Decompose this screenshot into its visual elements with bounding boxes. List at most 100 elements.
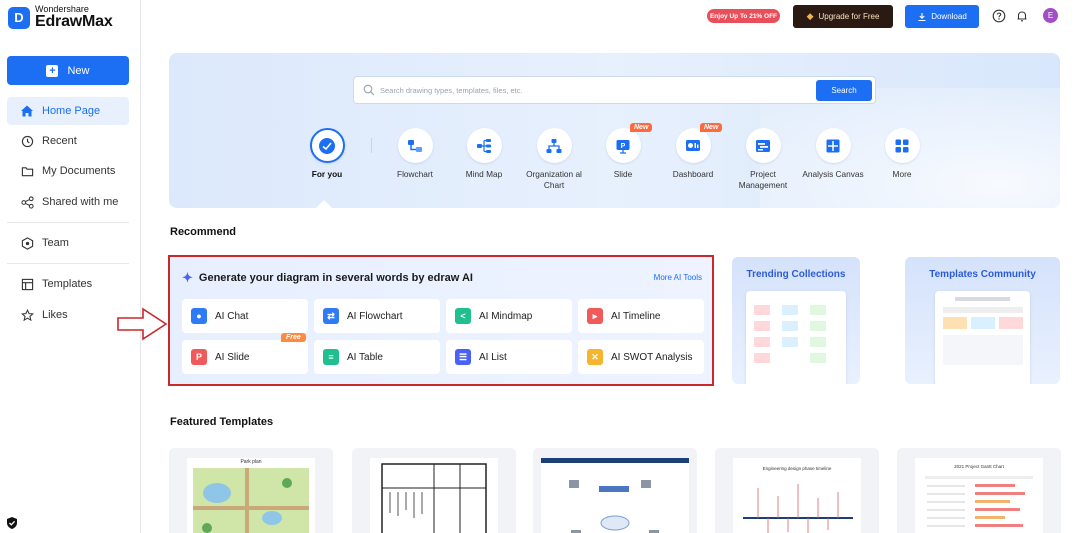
app-logo[interactable]: D Wondershare EdrawMax xyxy=(8,5,113,30)
ai-mindmap-icon: < xyxy=(455,308,471,324)
search-button[interactable]: Search xyxy=(816,80,872,101)
help-icon[interactable] xyxy=(992,9,1006,23)
ai-mindmap-button[interactable]: < AI Mindmap xyxy=(446,299,572,333)
sidebar-divider xyxy=(7,263,129,264)
search-bar: Search xyxy=(353,76,876,104)
template-preview-image xyxy=(370,458,498,533)
ai-heading-text: Generate your diagram in several words b… xyxy=(198,272,473,284)
app-window: D Wondershare EdrawMax + New Home Page R… xyxy=(0,0,1080,533)
upgrade-label: Upgrade for Free xyxy=(818,12,880,21)
ai-chat-button[interactable]: ● AI Chat xyxy=(182,299,308,333)
ai-list-button[interactable]: ☰ AI List xyxy=(446,340,572,374)
sidebar-item-team[interactable]: Team xyxy=(7,229,129,257)
template-preview-image: 2021 Project Gantt Chart xyxy=(915,458,1043,533)
ai-timeline-icon: ▸ xyxy=(587,308,603,324)
brand-name: EdrawMax xyxy=(35,13,113,30)
sidebar-item-recent[interactable]: Recent xyxy=(7,127,129,155)
template-preview-image: Engineering design phase timeline xyxy=(733,458,861,533)
ai-swot-button[interactable]: ✕ AI SWOT Analysis xyxy=(578,340,704,374)
category-label: Slide xyxy=(613,169,633,179)
sidebar-item-templates[interactable]: Templates xyxy=(7,270,129,298)
plus-icon: + xyxy=(46,64,59,77)
category-for-you[interactable]: For you xyxy=(292,128,362,180)
template-thumbnail[interactable]: 2021 Project Gantt Chart xyxy=(897,448,1061,533)
shield-icon[interactable] xyxy=(5,516,19,530)
template-thumbnail[interactable]: Park plan xyxy=(169,448,333,533)
sidebar-divider xyxy=(7,222,129,223)
promo-badge[interactable]: Enjoy Up To 21% OFF xyxy=(707,9,780,23)
new-button-label: New xyxy=(67,64,90,77)
flowchart-icon xyxy=(397,128,433,163)
category-label: Analysis Canvas xyxy=(802,169,864,179)
slide-icon: P xyxy=(605,128,641,163)
new-button[interactable]: + New xyxy=(7,56,129,85)
category-label: More xyxy=(892,169,912,179)
template-preview-caption: Engineering design phase timeline xyxy=(762,466,832,471)
ai-tool-label: AI Table xyxy=(347,351,383,363)
featured-templates-title: Featured Templates xyxy=(170,416,274,428)
card-title: Templates Community xyxy=(929,269,1036,280)
trending-collections-card[interactable]: Trending Collections xyxy=(732,257,860,384)
ai-tool-label: AI Mindmap xyxy=(479,310,533,322)
ai-timeline-button[interactable]: ▸ AI Timeline xyxy=(578,299,704,333)
folder-icon xyxy=(20,164,34,178)
more-ai-tools-link[interactable]: More AI Tools xyxy=(654,273,702,282)
category-analysis-canvas[interactable]: Analysis Canvas xyxy=(798,128,868,180)
download-button[interactable]: Download xyxy=(905,5,979,28)
templates-community-card[interactable]: Templates Community xyxy=(905,257,1060,384)
category-slide[interactable]: P New Slide xyxy=(588,123,658,180)
clock-icon xyxy=(20,134,34,148)
sidebar-item-home[interactable]: Home Page xyxy=(7,97,129,125)
category-project-management[interactable]: Project Management xyxy=(728,128,798,191)
ai-swot-icon: ✕ xyxy=(587,349,603,365)
ai-table-button[interactable]: ≡ AI Table xyxy=(314,340,440,374)
sidebar-item-label: Team xyxy=(42,237,69,249)
category-more[interactable]: More xyxy=(867,128,937,180)
ai-tool-label: AI SWOT Analysis xyxy=(611,351,693,363)
edraw-ai-panel: ✦ Generate your diagram in several words… xyxy=(168,255,714,386)
ai-slide-button[interactable]: P AI Slide Free xyxy=(182,333,308,374)
ai-flowchart-button[interactable]: ⇄ AI Flowchart xyxy=(314,299,440,333)
search-input[interactable] xyxy=(380,81,780,99)
sidebar-item-label: Shared with me xyxy=(42,196,119,208)
category-label: Mind Map xyxy=(465,169,503,179)
svg-text:P: P xyxy=(621,143,626,150)
sidebar-item-label: Templates xyxy=(42,278,93,290)
team-icon xyxy=(20,236,34,250)
upgrade-button[interactable]: ◆ Upgrade for Free xyxy=(793,5,893,28)
sidebar-item-shared[interactable]: Shared with me xyxy=(7,188,129,216)
sidebar-item-label: Home Page xyxy=(42,105,101,117)
ai-slide-icon: P xyxy=(191,349,207,365)
sidebar-item-likes[interactable]: Likes xyxy=(7,301,129,329)
bell-icon[interactable] xyxy=(1015,9,1029,23)
category-dashboard[interactable]: New Dashboard xyxy=(658,123,728,180)
template-thumbnail[interactable] xyxy=(352,448,516,533)
category-label: Dashboard xyxy=(672,169,714,179)
category-org-chart[interactable]: Organization al Chart xyxy=(519,128,589,191)
recommend-title: Recommend xyxy=(170,226,237,238)
ai-chat-icon: ● xyxy=(191,308,207,324)
ai-tool-label: AI Timeline xyxy=(611,310,661,322)
selected-category-caret xyxy=(316,200,332,208)
template-thumbnail[interactable]: Engineering design phase timeline xyxy=(715,448,879,533)
sidebar-item-label: Likes xyxy=(42,309,68,321)
sparkle-icon: ✦ xyxy=(182,270,193,285)
template-preview-caption: Park plan xyxy=(240,459,262,465)
new-badge: New xyxy=(700,123,723,132)
card-title: Trending Collections xyxy=(746,269,846,280)
free-badge: Free xyxy=(281,333,306,342)
avatar[interactable]: E xyxy=(1043,8,1058,23)
project-icon xyxy=(745,128,781,163)
category-mind-map[interactable]: Mind Map xyxy=(449,128,519,180)
template-preview-image xyxy=(541,458,689,533)
template-thumbnail[interactable] xyxy=(533,448,697,533)
category-flowchart[interactable]: Flowchart xyxy=(380,128,450,180)
card-preview-image xyxy=(746,291,846,384)
sidebar-item-my-documents[interactable]: My Documents xyxy=(7,157,129,185)
ai-tool-label: AI Slide xyxy=(215,351,250,363)
share-icon xyxy=(20,195,34,209)
star-icon xyxy=(20,308,34,322)
diamond-icon: ◆ xyxy=(806,11,814,21)
template-preview-caption: 2021 Project Gantt Chart xyxy=(954,464,1004,469)
sidebar-item-label: My Documents xyxy=(42,165,116,177)
